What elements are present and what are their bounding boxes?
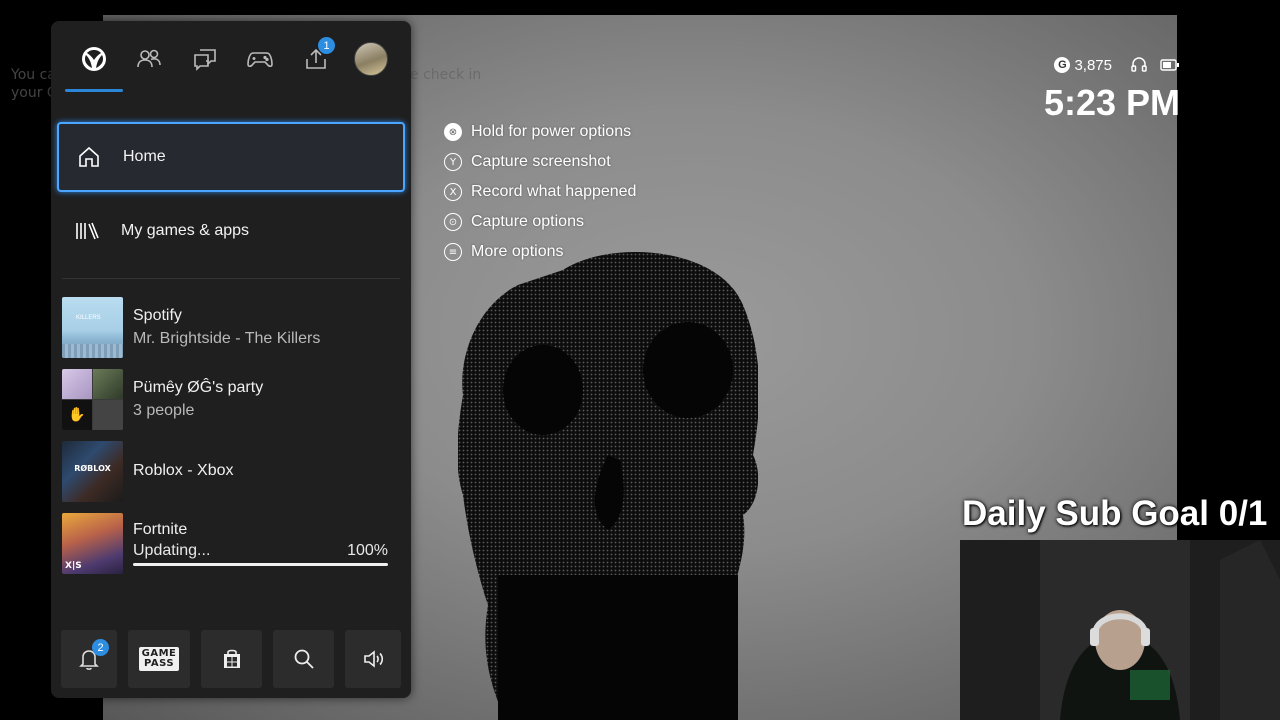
store-button[interactable] <box>201 630 262 688</box>
search-button[interactable] <box>273 630 334 688</box>
notifications-badge: 2 <box>92 639 109 656</box>
option-capture-options[interactable]: ⊙ Capture options <box>444 207 636 237</box>
chat-icon <box>194 49 216 71</box>
tab-xbox-home[interactable] <box>72 37 116 81</box>
clock: 5:23 PM <box>1043 82 1180 123</box>
library-icon <box>76 222 99 240</box>
audio-button[interactable] <box>345 630 401 688</box>
sub-goal-overlay: Daily Sub Goal 0/1 <box>962 494 1268 533</box>
recent-subtitle: 3 people <box>133 401 195 419</box>
recent-title: Roblox - Xbox <box>133 462 234 479</box>
tab-parties-chats[interactable] <box>183 37 227 81</box>
webcam-image <box>960 540 1280 720</box>
webcam-feed <box>960 540 1280 720</box>
y-button-icon: Y <box>444 153 462 171</box>
headset-icon <box>1131 57 1147 72</box>
option-record[interactable]: X Record what happened <box>444 177 636 207</box>
tab-capture-share[interactable]: 1 <box>294 37 338 81</box>
home-label: Home <box>123 148 166 165</box>
menu-button-icon: ≡ <box>444 243 462 261</box>
game-pass-line2: PASS <box>143 658 175 669</box>
background-text: e check in <box>410 67 482 83</box>
screen: You ca your G e check in 1 Home My games… <box>0 0 1280 720</box>
option-label: More options <box>471 243 564 260</box>
guide-tabs: 1 <box>51 21 411 101</box>
menu-item-home[interactable]: Home <box>57 122 405 192</box>
x-button-icon: X <box>444 183 462 201</box>
gamerscore-icon: G <box>1054 57 1071 73</box>
people-icon <box>137 49 161 68</box>
recent-title: Spotify <box>133 306 182 324</box>
recent-title: Fortnite <box>133 520 188 538</box>
game-pass-icon: GAME PASS <box>138 647 180 671</box>
recent-subtitle: Mr. Brightside - The Killers <box>133 329 321 347</box>
tab-people[interactable] <box>127 37 171 81</box>
gamerscore: 3,875 <box>1074 56 1112 74</box>
tab-multiplayer[interactable] <box>238 37 282 81</box>
status-bar: G 3,875 <box>1054 56 1180 74</box>
active-tab-indicator <box>65 89 123 92</box>
battery-icon <box>1160 59 1179 71</box>
option-power[interactable]: ⊗ Hold for power options <box>444 117 636 147</box>
roblox-thumb-text: RØBLOX <box>74 463 111 473</box>
tab-profile[interactable] <box>349 37 393 81</box>
store-icon <box>223 649 240 668</box>
avatar <box>354 42 388 76</box>
xbox-icon <box>82 47 106 71</box>
option-more[interactable]: ≡ More options <box>444 237 636 267</box>
update-progress-fill <box>133 562 388 566</box>
speaker-icon <box>364 650 384 668</box>
xs-badge: X|S <box>65 560 82 571</box>
option-label: Capture screenshot <box>471 153 611 170</box>
notifications-button[interactable]: 2 <box>61 630 117 688</box>
recent-item-fortnite[interactable]: X|S Fortnite Updating... 100% <box>62 512 400 574</box>
game-pass-button[interactable]: GAME PASS <box>128 630 190 688</box>
recent-item-spotify[interactable]: KILLERS Spotify Mr. Brightside - The Kil… <box>62 296 400 358</box>
background-text: You ca <box>11 67 56 83</box>
fortnite-thumbnail: X|S <box>62 512 123 574</box>
recent-title: Pümêy ØĜ's party <box>133 378 264 396</box>
search-icon <box>294 649 314 669</box>
menu-item-my-games-apps[interactable]: My games & apps <box>57 196 405 266</box>
guide-options-list: ⊗ Hold for power options Y Capture scree… <box>444 117 636 267</box>
skull-figure <box>458 252 758 720</box>
update-percent: 100% <box>347 541 388 559</box>
option-label: Capture options <box>471 213 584 230</box>
view-button-icon: ⊙ <box>444 213 462 231</box>
guide-bottom-bar: 2 GAME PASS <box>61 630 401 688</box>
option-label: Hold for power options <box>471 123 632 140</box>
option-label: Record what happened <box>471 183 637 200</box>
option-capture-screenshot[interactable]: Y Capture screenshot <box>444 147 636 177</box>
spotify-thumbnail: KILLERS <box>62 296 123 358</box>
xbox-button-icon: ⊗ <box>444 123 462 141</box>
home-icon <box>79 146 99 167</box>
update-status: Updating... <box>133 541 211 559</box>
party-thumbnail: ✋ <box>62 368 123 430</box>
my-games-label: My games & apps <box>121 222 250 239</box>
roblox-thumbnail: RØBLOX <box>62 440 123 502</box>
divider <box>62 278 400 279</box>
controller-icon <box>247 52 273 68</box>
recent-item-roblox[interactable]: RØBLOX Roblox - Xbox <box>62 440 400 502</box>
capture-badge: 1 <box>318 37 335 54</box>
update-progress-bar <box>133 562 388 566</box>
xbox-guide-panel: 1 Home My games & apps KILLERS Spotify M… <box>51 21 411 698</box>
recent-item-party[interactable]: ✋ Pümêy ØĜ's party 3 people <box>62 368 400 430</box>
